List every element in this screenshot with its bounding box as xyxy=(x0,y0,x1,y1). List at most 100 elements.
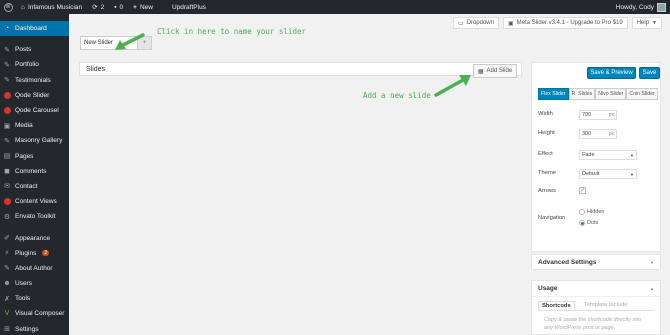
caret-up-icon: ▲ xyxy=(650,286,654,291)
cv-icon xyxy=(3,198,11,206)
settings-icon: ⊞ xyxy=(4,326,10,334)
sidebar-item-label: Portfolio xyxy=(15,61,39,69)
sidebar-item-appearance[interactable]: ✐ Appearance xyxy=(0,230,69,245)
sidebar-item-plugins[interactable]: ⚡ Plugins 2 xyxy=(0,246,69,261)
sidebar-item-label: Tools xyxy=(15,295,31,303)
updates-link[interactable]: ⟳ 2 xyxy=(87,0,109,14)
advanced-settings-panel[interactable]: Advanced Settings ▼ xyxy=(531,254,661,270)
sidebar-item-label: About Author xyxy=(15,264,53,272)
sidebar-item-label: Masonry Gallery xyxy=(15,137,63,145)
sidebar-item-tools[interactable]: ✗ Tools xyxy=(0,291,69,306)
admin-bar: W ⌂ Infamous Musician ⟳ 2 ▪ 0 + New Updr… xyxy=(0,0,670,14)
sidebar-item-users[interactable]: ☻ Users xyxy=(0,276,69,291)
sidebar-item-label: Testimonials xyxy=(15,76,51,84)
nav-dots-option[interactable]: Dots xyxy=(579,220,598,226)
sidebar-item-qode-carousel[interactable]: Qode Carousel xyxy=(0,103,69,118)
add-slide-annotation: Add a new slide xyxy=(363,91,431,100)
name-hint-arrow-icon xyxy=(115,33,145,50)
slides-title: Slides xyxy=(86,65,106,73)
sidebar-item-label: Qode Carousel xyxy=(15,107,59,115)
sidebar-item-settings[interactable]: ⊞ Settings xyxy=(0,322,69,335)
tab-r-slides[interactable]: R. Slides xyxy=(568,88,596,100)
sidebar-item-label: Visual Composer xyxy=(15,310,65,318)
updates-count: 2 xyxy=(100,3,105,11)
theme-value: Default xyxy=(582,171,600,177)
sidebar-item-label: Settings xyxy=(15,325,39,333)
width-unit: px xyxy=(608,112,614,118)
updraftplus-link[interactable]: UpdraftPlus xyxy=(158,0,211,14)
sidebar-item-about-author[interactable]: ✎ About Author xyxy=(0,261,69,276)
site-name-link[interactable]: ⌂ Infamous Musician xyxy=(16,0,87,14)
tab-label: Nivo Slider xyxy=(598,91,624,97)
caret-down-icon: ▼ xyxy=(630,171,634,177)
red-circle-icon xyxy=(3,91,11,99)
advanced-settings-title: Advanced Settings xyxy=(538,258,597,266)
height-label: Height xyxy=(538,130,555,136)
caret-down-icon: ▼ xyxy=(650,259,654,265)
height-unit: px xyxy=(608,131,614,137)
tab-label: Coin Slider xyxy=(629,91,655,97)
sidebar-item-portfolio[interactable]: ✎ Portfolio xyxy=(0,57,69,72)
tab-template-include[interactable]: Template Include xyxy=(581,301,631,310)
tab-nivo-slider[interactable]: Nivo Slider xyxy=(595,88,627,100)
sidebar-item-label: Dashboard xyxy=(15,25,47,33)
users-icon: ☻ xyxy=(3,280,11,288)
sidebar-item-qode-slider[interactable]: Qode Slider xyxy=(0,88,69,103)
save-button[interactable]: Save xyxy=(639,67,660,79)
add-slide-button[interactable]: ▦ Add Slide xyxy=(473,64,517,78)
wordpress-logo-button[interactable]: W xyxy=(0,0,16,14)
help-label: Help xyxy=(636,20,650,26)
effect-select[interactable]: Fade ▼ xyxy=(579,150,637,160)
width-input[interactable]: 700 px xyxy=(579,110,617,120)
vc-icon: V xyxy=(4,310,10,318)
dropdown-label: Dropdown xyxy=(466,20,494,26)
sidebar-item-testimonials[interactable]: ✎ Testimonials xyxy=(0,73,69,88)
theme-label: Theme xyxy=(538,170,557,176)
sidebar-item-comments[interactable]: ◼ Comments xyxy=(0,164,69,179)
save-preview-button[interactable]: Save & Preview xyxy=(587,67,636,79)
tab-flex-slider[interactable]: Flex Slider xyxy=(538,88,569,100)
plugin-icon: ⚡ xyxy=(4,250,10,258)
radio-hidden[interactable] xyxy=(579,209,585,215)
tab-coin-slider[interactable]: Coin Slider xyxy=(626,88,658,100)
sidebar-item-label: Users xyxy=(15,280,32,288)
new-label: New xyxy=(139,3,153,11)
name-hint-annotation: Click in here to name your slider xyxy=(157,27,307,36)
pin-icon: ✎ xyxy=(4,137,10,145)
comments-link[interactable]: ▪ 0 xyxy=(109,0,128,14)
usage-panel: Usage ▲ Shortcode Template Include Copy … xyxy=(531,280,661,335)
nav-hidden-option[interactable]: Hidden xyxy=(579,209,604,215)
tab-label: Flex Slider xyxy=(541,91,566,97)
usage-header[interactable]: Usage ▲ xyxy=(532,281,660,297)
dropdown-button[interactable]: ▭ Dropdown xyxy=(452,17,499,29)
height-input[interactable]: 300 px xyxy=(579,129,617,139)
tab-shortcode[interactable]: Shortcode xyxy=(538,301,575,310)
pin-icon: ✎ xyxy=(4,61,10,69)
radio-dots[interactable] xyxy=(579,220,585,226)
sidebar-item-visual-composer[interactable]: V Visual Composer xyxy=(0,306,69,321)
wordpress-logo-icon: W xyxy=(3,2,13,12)
user-account-link[interactable]: Howdy, Cody xyxy=(611,0,670,14)
usage-tabs: Shortcode Template Include xyxy=(532,297,660,310)
help-button[interactable]: Help ▼ xyxy=(631,17,662,29)
usage-description: Copy & paste the shortcode directly into… xyxy=(538,310,654,335)
pin-icon: ✎ xyxy=(4,46,10,54)
sidebar-item-envato-toolkit[interactable]: ⚙ Envato Toolkit xyxy=(0,209,69,224)
caret-down-icon: ▼ xyxy=(652,20,657,26)
sidebar-item-contact[interactable]: ✉ Contact xyxy=(0,179,69,194)
sidebar-item-posts[interactable]: ✎ Posts xyxy=(0,42,69,57)
sidebar-item-masonry-gallery[interactable]: ✎ Masonry Gallery xyxy=(0,133,69,148)
top-buttons: ▭ Dropdown ▣ Meta Slider v3.4.1 - Upgrad… xyxy=(452,17,662,29)
arrows-checkbox[interactable]: ✓ xyxy=(579,187,586,194)
page-icon: ▤ xyxy=(3,153,11,161)
usage-title: Usage xyxy=(538,285,558,292)
new-content-link[interactable]: + New xyxy=(128,0,158,14)
theme-select[interactable]: Default ▼ xyxy=(579,169,637,179)
sidebar-item-pages[interactable]: ▤ Pages xyxy=(0,149,69,164)
sidebar-item-media[interactable]: ▣ Media xyxy=(0,118,69,133)
sidebar-item-label: Pages xyxy=(15,152,34,160)
sidebar-item-dashboard[interactable]: ◔ Dashboard xyxy=(0,21,69,37)
upgrade-pro-button[interactable]: ▣ Meta Slider v3.4.1 - Upgrade to Pro $1… xyxy=(502,17,628,29)
sidebar-item-content-views[interactable]: Content Views xyxy=(0,194,69,209)
comment-icon: ▪ xyxy=(114,3,117,11)
